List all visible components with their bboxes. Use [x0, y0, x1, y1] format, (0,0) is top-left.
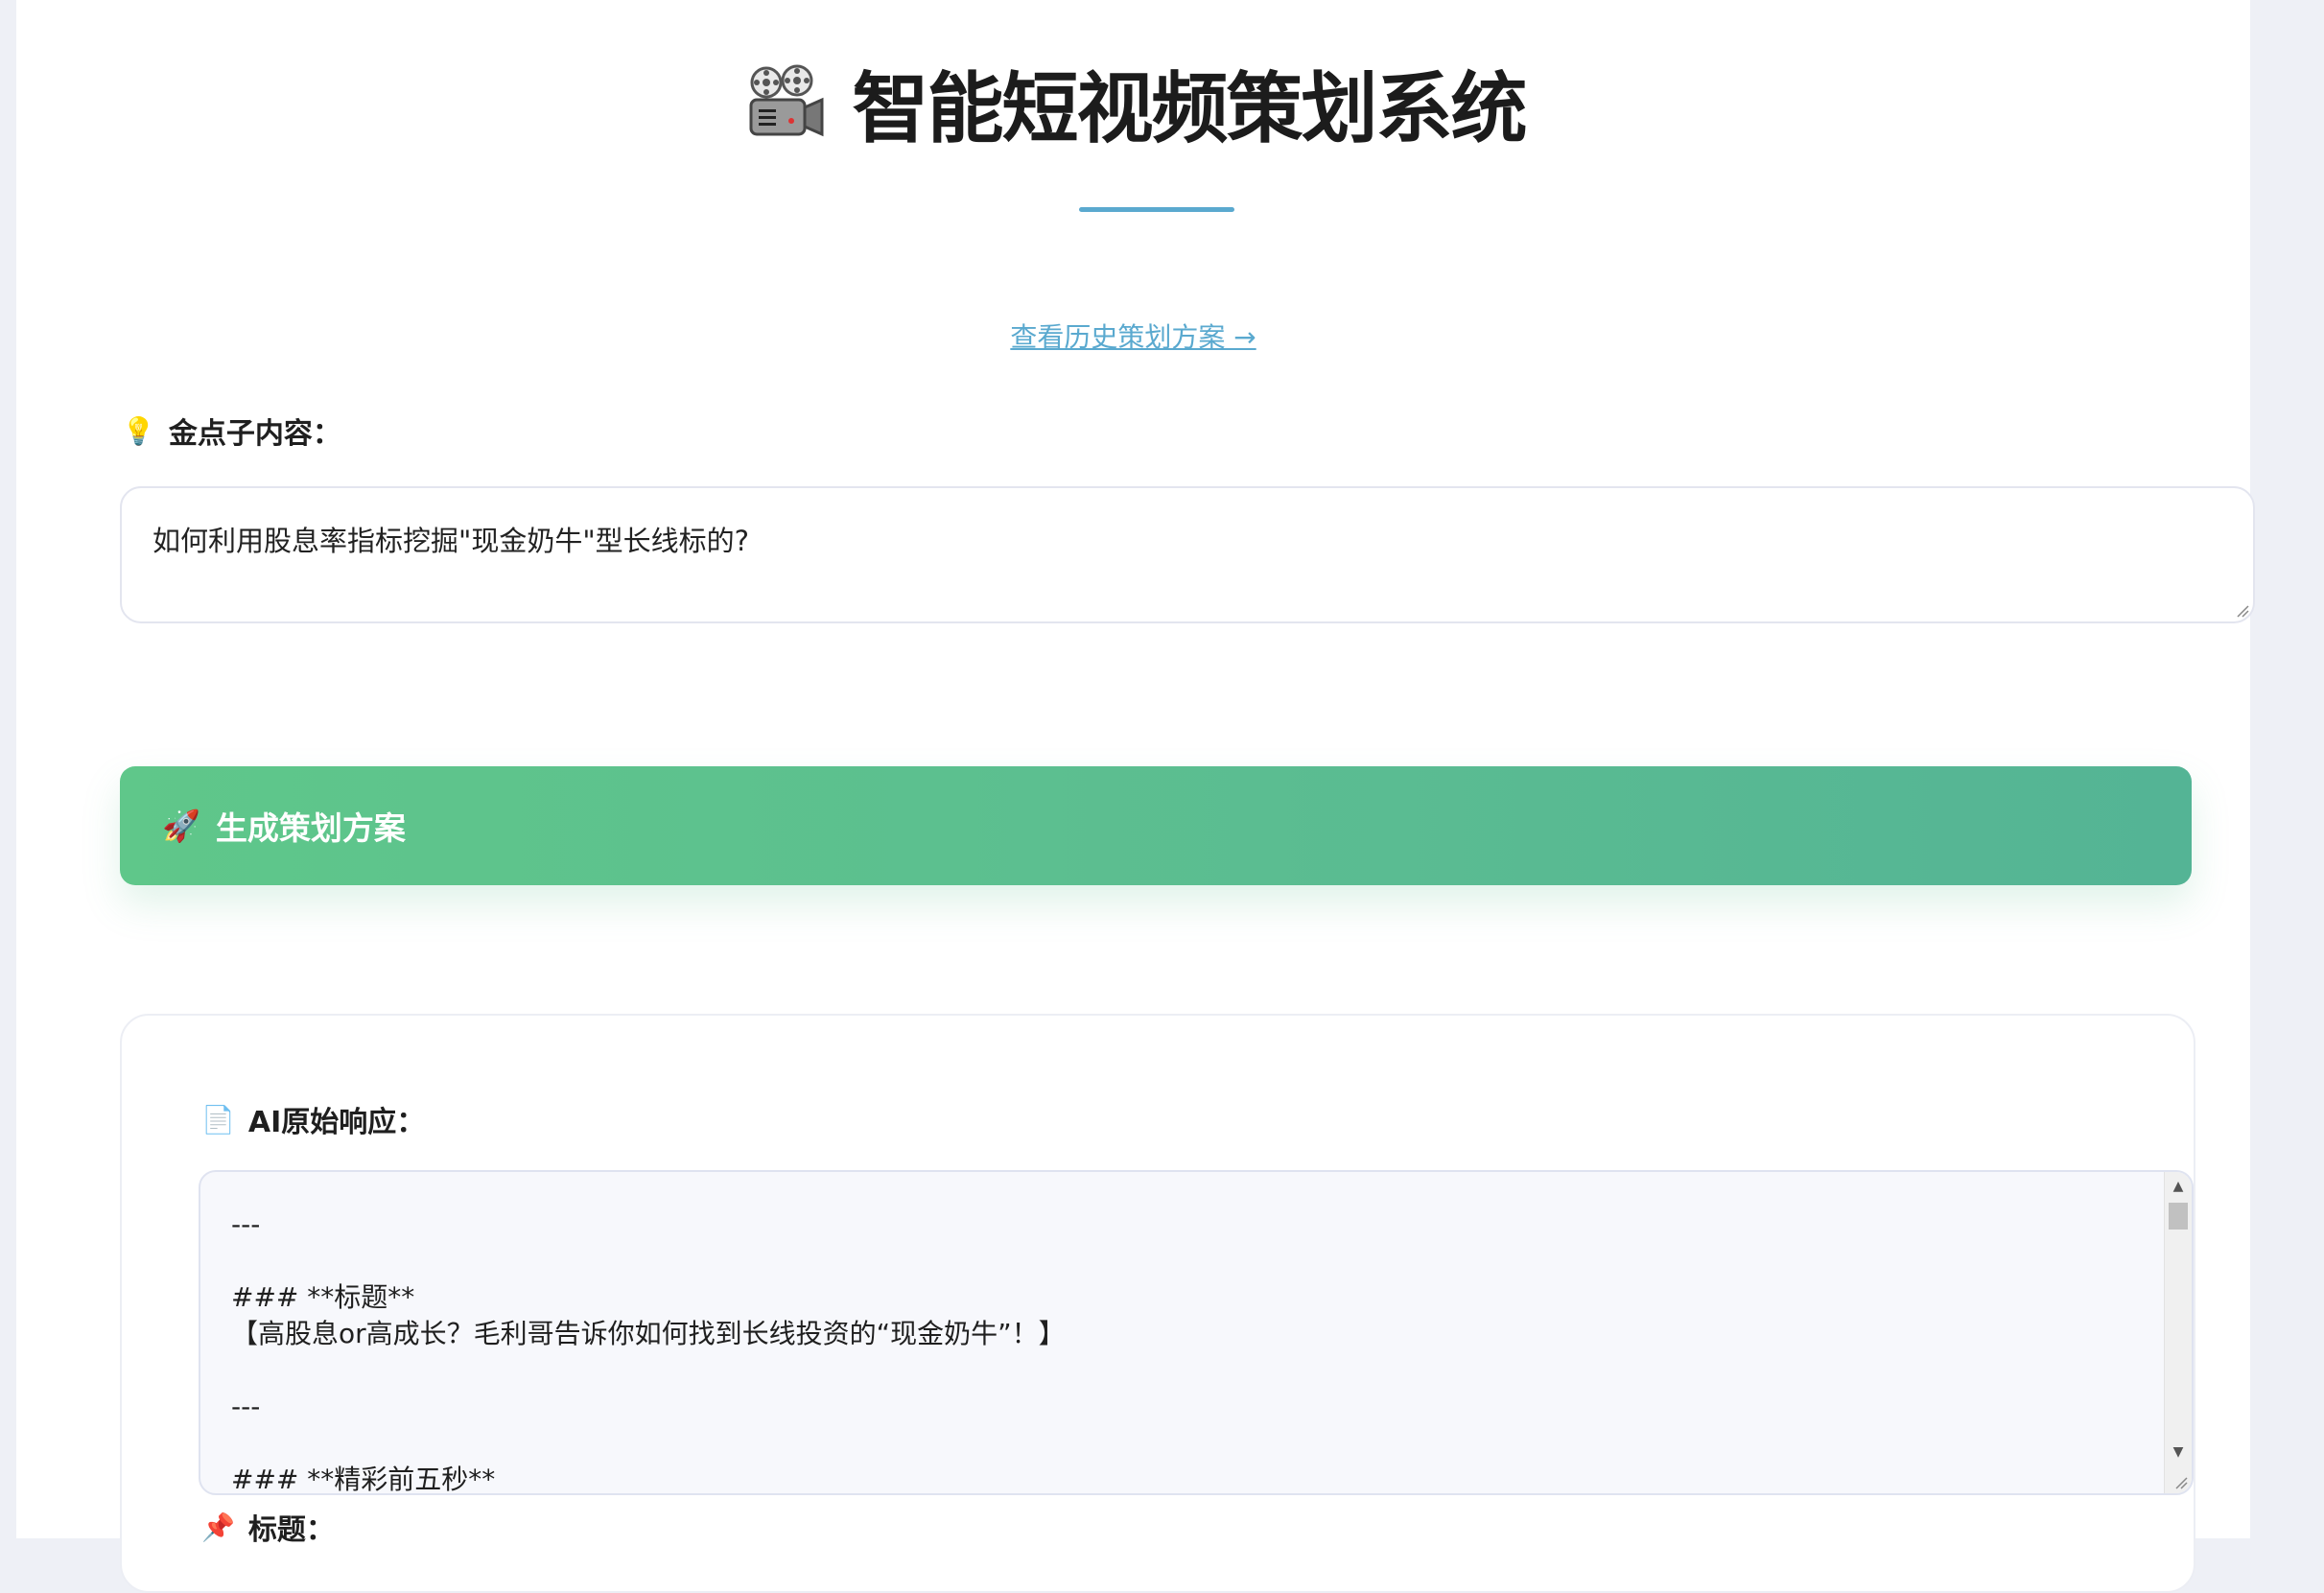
idea-textarea[interactable]: 如何利用股息率指标挖掘"现金奶牛"型长线标的? — [120, 486, 2255, 623]
scroll-down-icon[interactable]: ▼ — [2165, 1440, 2192, 1464]
resize-grip-icon[interactable] — [2174, 1476, 2188, 1489]
title-divider — [1079, 207, 1234, 212]
ai-response-label: 📄 AI原始响应： — [201, 1098, 425, 1140]
page-container: 智能短视频策划系统 查看历史策划方案 → 💡 金点子内容： 如何利用股息率指标挖… — [16, 0, 2255, 1593]
page-header: 智能短视频策划系统 — [16, 50, 2250, 155]
history-link[interactable]: 查看历史策划方案 → — [16, 316, 2250, 355]
generate-plan-button-label: 生成策划方案 — [215, 809, 406, 847]
idea-label: 💡 金点子内容： — [122, 410, 341, 452]
ai-response-text: --- ### **标题** 【高股息or高成长？毛利哥告诉你如何找到长线投资的… — [231, 1208, 1066, 1495]
page-title: 智能短视频策划系统 — [852, 64, 1528, 153]
generate-plan-button[interactable]: 🚀 生成策划方案 — [120, 766, 2192, 885]
scroll-thumb[interactable] — [2169, 1203, 2188, 1230]
rocket-icon: 🚀 — [162, 808, 200, 844]
idea-label-text: 金点子内容： — [168, 417, 341, 451]
scroll-up-icon[interactable]: ▲ — [2165, 1174, 2192, 1199]
ai-response-label-text: AI原始响应： — [247, 1106, 426, 1139]
title-field-label-text: 标题： — [247, 1513, 335, 1547]
ai-response-scrollbar[interactable]: ▲ ▼ — [2164, 1172, 2192, 1493]
film-projector-icon — [749, 64, 823, 137]
lightbulb-icon: 💡 — [122, 414, 155, 447]
ai-response-textarea[interactable]: --- ### **标题** 【高股息or高成长？毛利哥告诉你如何找到长线投资的… — [199, 1170, 2194, 1495]
idea-textarea-value: 如何利用股息率指标挖掘"现金奶牛"型长线标的? — [153, 525, 750, 557]
title-field-label: 📌 标题： — [201, 1506, 335, 1548]
resize-grip-icon[interactable] — [2236, 604, 2249, 618]
document-icon: 📄 — [201, 1103, 235, 1136]
